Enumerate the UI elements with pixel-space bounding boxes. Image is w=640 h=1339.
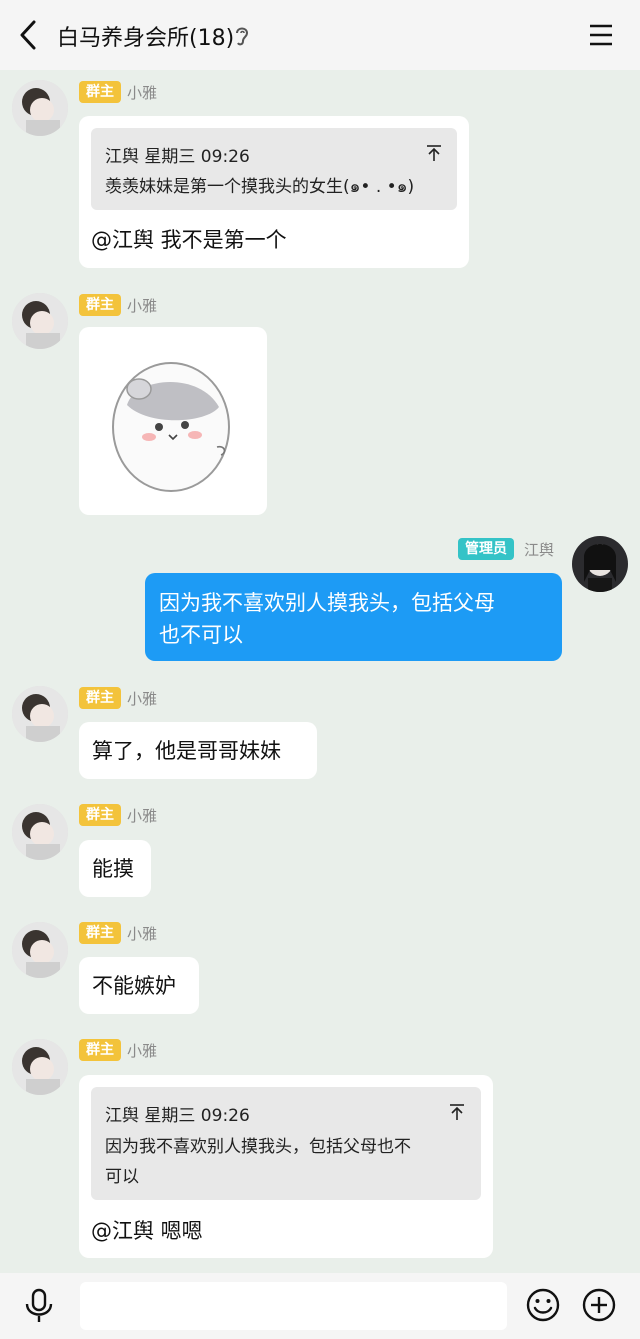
owner-badge: 群主 (79, 1039, 121, 1061)
quote-text-line: 因为我不喜欢别人摸我头，包括父母也不 (105, 1137, 411, 1157)
avatar[interactable] (12, 804, 68, 860)
message-bubble[interactable]: 能摸 (79, 840, 151, 897)
sender-name[interactable]: 小雅 (127, 1040, 157, 1061)
message-text-line: 也不可以 (159, 623, 243, 647)
emoji-icon[interactable] (525, 1287, 561, 1323)
message-bubble[interactable]: 算了，他是哥哥妹妹 (79, 722, 317, 779)
hamster-sticker-icon (112, 362, 230, 492)
quote-header: 江舆 星期三 09:26 (105, 1106, 250, 1126)
message-text-line: 因为我不喜欢别人摸我头，包括父母 (159, 591, 495, 615)
sender-name[interactable]: 小雅 (127, 688, 157, 709)
ear-icon (236, 27, 249, 46)
quote-text: 羡羡妹妹是第一个摸我头的女生(๑• . •๑) (105, 177, 415, 197)
pin-up-icon (427, 145, 441, 161)
message-bubble[interactable]: 因为我不喜欢别人摸我头，包括父母 也不可以 (145, 573, 562, 661)
admin-badge: 管理员 (458, 538, 514, 560)
owner-badge: 群主 (79, 294, 121, 316)
menu-icon[interactable] (588, 22, 614, 48)
back-arrow-icon[interactable] (14, 18, 44, 52)
sticker-bubble[interactable] (79, 327, 267, 515)
message-bubble[interactable]: 不能嫉妒 (79, 957, 199, 1014)
owner-badge: 群主 (79, 687, 121, 709)
message-bubble[interactable]: 江舆 星期三 09:26 因为我不喜欢别人摸我头，包括父母也不 可以 @江舆 嗯… (79, 1075, 493, 1258)
chat-title: 白马养身会所(18) (57, 26, 235, 51)
quoted-message[interactable]: 江舆 星期三 09:26 羡羡妹妹是第一个摸我头的女生(๑• . •๑) (91, 128, 457, 210)
message-text: 能摸 (92, 857, 134, 881)
pin-up-icon (450, 1104, 464, 1120)
message-bubble[interactable]: 江舆 星期三 09:26 羡羡妹妹是第一个摸我头的女生(๑• . •๑) @江舆… (79, 116, 469, 268)
avatar[interactable] (572, 536, 628, 592)
quote-header: 江舆 星期三 09:26 (105, 147, 250, 167)
sender-name[interactable]: 江舆 (524, 539, 554, 560)
avatar[interactable] (12, 922, 68, 978)
message-text: @江舆 我不是第一个 (91, 228, 287, 252)
sender-name[interactable]: 小雅 (127, 295, 157, 316)
message-text: @江舆 嗯嗯 (91, 1219, 203, 1243)
sender-name[interactable]: 小雅 (127, 923, 157, 944)
input-bar (0, 1273, 640, 1339)
microphone-icon[interactable] (22, 1288, 56, 1324)
sender-name[interactable]: 小雅 (127, 805, 157, 826)
plus-icon[interactable] (581, 1287, 617, 1323)
avatar[interactable] (12, 293, 68, 349)
chat-header: 白马养身会所(18) (0, 0, 640, 70)
message-text: 不能嫉妒 (92, 974, 176, 998)
owner-badge: 群主 (79, 804, 121, 826)
avatar[interactable] (12, 80, 68, 136)
message-text: 算了，他是哥哥妹妹 (92, 739, 281, 763)
owner-badge: 群主 (79, 922, 121, 944)
message-input[interactable] (80, 1282, 507, 1330)
avatar[interactable] (12, 686, 68, 742)
owner-badge: 群主 (79, 81, 121, 103)
quoted-message[interactable]: 江舆 星期三 09:26 因为我不喜欢别人摸我头，包括父母也不 可以 (91, 1087, 481, 1200)
quote-text-line: 可以 (105, 1167, 139, 1187)
sender-name[interactable]: 小雅 (127, 82, 157, 103)
avatar[interactable] (12, 1039, 68, 1095)
